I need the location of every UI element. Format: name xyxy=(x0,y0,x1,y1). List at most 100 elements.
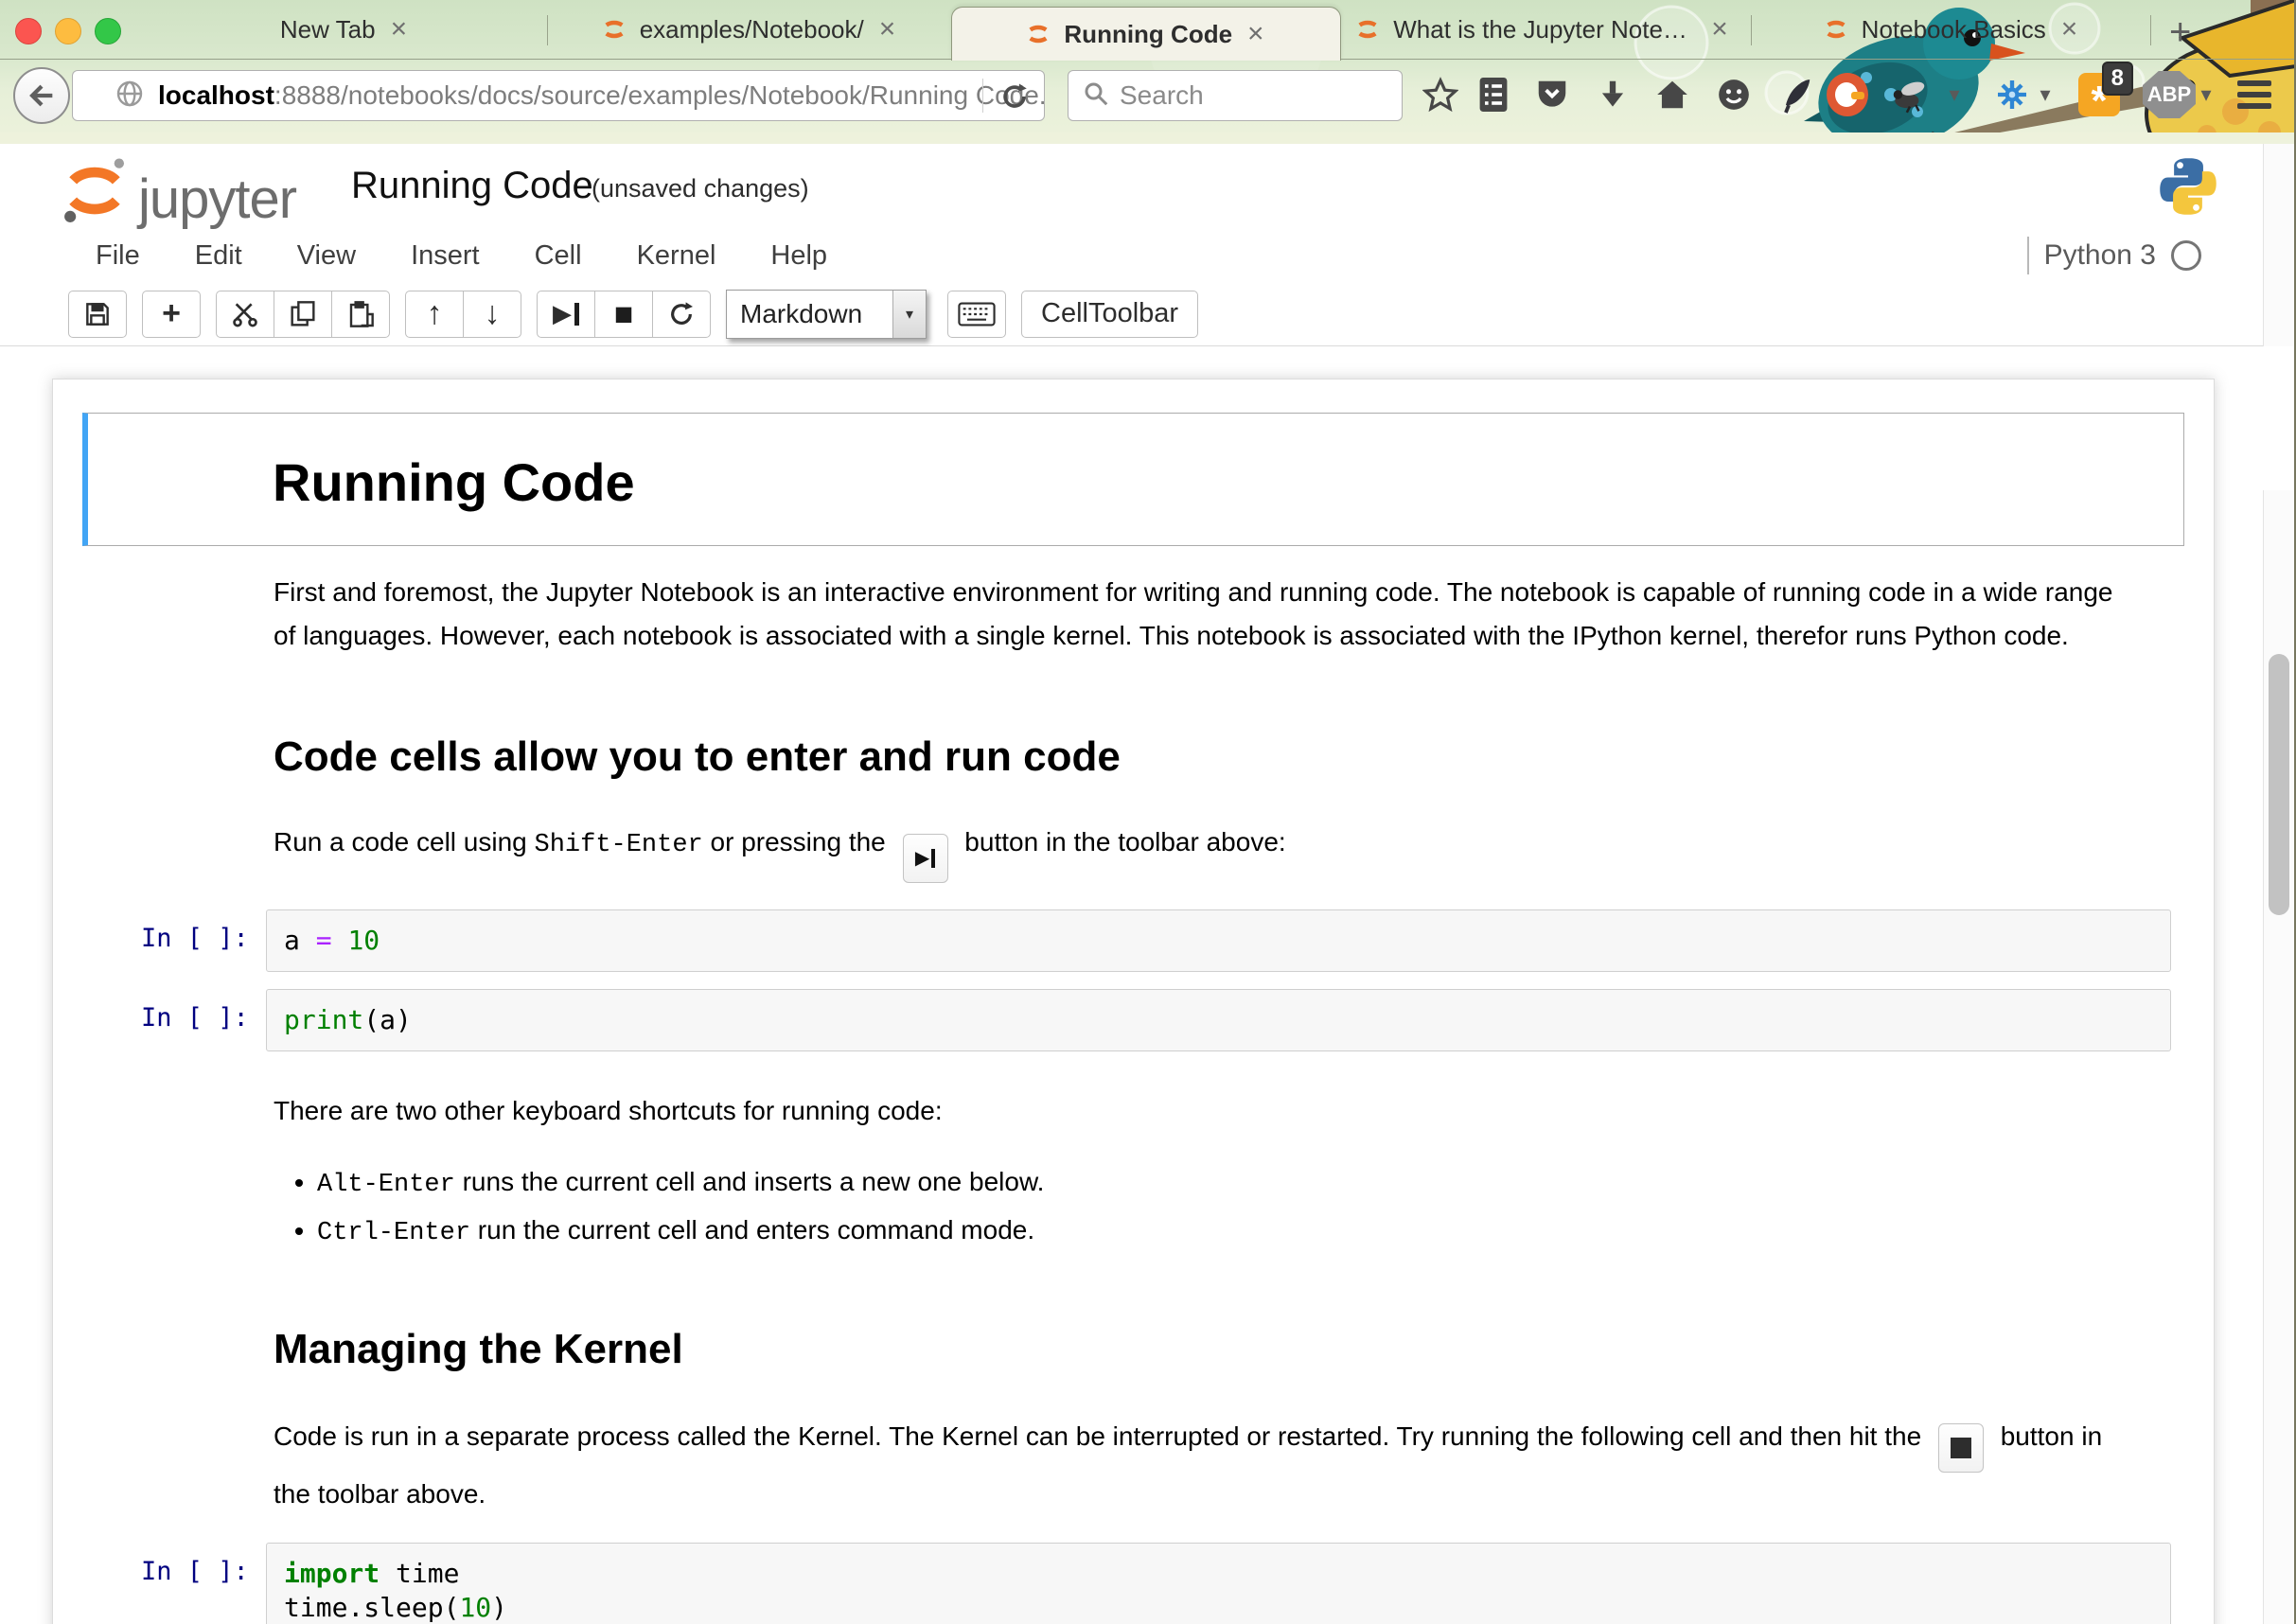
fly-addon-icon[interactable] xyxy=(1889,74,1931,115)
page-scrollbar-track[interactable] xyxy=(2263,490,2294,1624)
kernel-name: Python 3 xyxy=(2044,239,2156,272)
close-icon[interactable]: × xyxy=(1707,15,1732,44)
adblock-dropdown-caret[interactable]: ▾ xyxy=(2194,74,2218,115)
page-scrollbar-thumb[interactable] xyxy=(2269,654,2289,915)
tab-examples-notebook[interactable]: examples/Notebook/ × xyxy=(555,0,945,59)
fly-addon-dropdown-caret[interactable]: ▾ xyxy=(1942,74,1967,115)
input-prompt: In [ ]: xyxy=(141,1557,249,1586)
close-icon[interactable]: × xyxy=(387,15,412,44)
tab-new-tab[interactable]: New Tab × xyxy=(151,0,539,59)
section-heading-code-cells: Code cells allow you to enter and run co… xyxy=(274,733,2122,781)
markdown-cell-intro[interactable]: First and foremost, the Jupyter Notebook… xyxy=(82,571,2184,658)
browser-chrome: New Tab × examples/Notebook/ × Running C… xyxy=(0,0,2296,144)
search-icon xyxy=(1082,79,1110,113)
code-cell-a-equals-10[interactable]: In [ ]: a = 10 xyxy=(82,909,2171,972)
jupyter-header: jupyter Running Code (unsaved changes) xyxy=(0,144,2296,229)
bookmark-star-icon[interactable] xyxy=(1420,74,1461,115)
minimize-window-button[interactable] xyxy=(55,18,81,44)
globe-icon xyxy=(115,79,145,114)
cell-type-select[interactable]: Markdown ▾ xyxy=(726,290,927,339)
feedback-smiley-icon[interactable] xyxy=(1713,74,1755,115)
move-cell-up-button[interactable]: ↑ xyxy=(405,291,464,338)
close-window-button[interactable] xyxy=(15,18,42,44)
inline-code-shift-enter: Shift-Enter xyxy=(535,831,703,859)
menu-help[interactable]: Help xyxy=(743,240,855,272)
search-bar[interactable]: Search xyxy=(1068,70,1403,121)
pocket-icon[interactable] xyxy=(1531,74,1573,115)
cut-cell-button[interactable] xyxy=(216,291,274,338)
inline-code-alt-enter: Alt-Enter xyxy=(317,1171,455,1199)
code-cell-time-sleep[interactable]: In [ ]: import timetime.sleep(10) xyxy=(82,1543,2171,1624)
blue-addon-icon[interactable] xyxy=(1991,74,2033,115)
url-bar[interactable]: localhost:8888/notebooks/docs/source/exa… xyxy=(72,70,1045,121)
home-icon[interactable] xyxy=(1651,74,1693,115)
new-tab-button[interactable]: + xyxy=(2169,11,2191,54)
session-manager-addon-icon[interactable]: *8 xyxy=(2078,74,2120,115)
code-input-area[interactable]: import timetime.sleep(10) xyxy=(266,1543,2171,1624)
run-cell-button[interactable]: ▶ xyxy=(537,291,595,338)
markdown-cell-managing-kernel[interactable]: Managing the Kernel Code is run in a sep… xyxy=(82,1326,2184,1516)
tab-what-is-jupyter[interactable]: What is the Jupyter Notebook × xyxy=(1344,0,1741,59)
close-icon[interactable]: × xyxy=(2058,15,2082,44)
input-prompt: In [ ]: xyxy=(141,1003,249,1033)
chevron-down-icon[interactable]: ▾ xyxy=(892,291,926,338)
code-input-area[interactable]: print(a) xyxy=(266,989,2171,1051)
input-prompt: In [ ]: xyxy=(141,924,249,953)
restart-kernel-button[interactable] xyxy=(652,291,711,338)
close-icon[interactable]: × xyxy=(1244,20,1268,48)
close-icon[interactable]: × xyxy=(875,15,900,44)
duckduckgo-addon-icon[interactable] xyxy=(1827,74,1868,115)
tab-notebook-basics[interactable]: Notebook Basics × xyxy=(1757,0,2146,59)
menu-kernel[interactable]: Kernel xyxy=(609,240,744,272)
notebook-page: Running Code First and foremost, the Jup… xyxy=(0,346,2296,1624)
menu-edit[interactable]: Edit xyxy=(168,240,270,272)
page-scrollbar-track-upper[interactable] xyxy=(2263,144,2294,346)
jupyter-favicon xyxy=(1353,15,1382,44)
tab-label: examples/Notebook/ xyxy=(640,15,864,44)
blue-addon-dropdown-caret[interactable]: ▾ xyxy=(2033,74,2058,115)
code-cell-print-a[interactable]: In [ ]: print(a) xyxy=(82,989,2171,1051)
tab-running-code-active[interactable]: Running Code × xyxy=(951,7,1341,61)
tab-label: New Tab xyxy=(280,15,376,44)
menu-cell[interactable]: Cell xyxy=(507,240,609,272)
python-logo xyxy=(2156,153,2220,224)
menu-hamburger-icon[interactable] xyxy=(2234,74,2275,115)
jupyter-favicon xyxy=(1024,20,1052,48)
markdown-cell-shortcuts[interactable]: There are two other keyboard shortcuts f… xyxy=(82,1089,2184,1256)
section-heading-managing-kernel: Managing the Kernel xyxy=(274,1326,2122,1373)
menu-file[interactable]: File xyxy=(68,240,168,272)
code-input-area[interactable]: a = 10 xyxy=(266,909,2171,972)
reload-icon[interactable] xyxy=(998,80,1031,117)
keyboard-shortcuts-button[interactable] xyxy=(947,291,1006,338)
run-instruction-paragraph: Run a code cell using Shift-Enter or pre… xyxy=(274,821,2122,883)
navigation-bar: localhost:8888/notebooks/docs/source/exa… xyxy=(0,59,2296,132)
notebook-h1: Running Code xyxy=(273,451,2183,513)
selected-markdown-cell[interactable]: Running Code xyxy=(82,413,2184,546)
notebook-toolbar: + ↑ ↓ ▶ ■ Markdown ▾ xyxy=(0,282,2296,346)
menu-view[interactable]: View xyxy=(270,240,383,272)
list-item: Alt-Enter runs the current cell and inse… xyxy=(317,1159,2122,1208)
bookmarks-menu-icon[interactable] xyxy=(1473,74,1514,115)
back-button[interactable] xyxy=(13,67,70,124)
paste-cell-button[interactable] xyxy=(331,291,390,338)
cell-type-value: Markdown xyxy=(740,299,862,329)
tab-bar: New Tab × examples/Notebook/ × Running C… xyxy=(0,0,2296,60)
copy-cell-button[interactable] xyxy=(274,291,332,338)
url-text: localhost:8888/notebooks/docs/source/exa… xyxy=(158,80,1044,111)
jupyter-logo[interactable]: jupyter xyxy=(59,151,296,227)
inline-stop-button-image xyxy=(1938,1423,1984,1473)
markdown-cell-code-cells[interactable]: Code cells allow you to enter and run co… xyxy=(82,733,2184,883)
cell-toolbar-button[interactable]: CellToolbar xyxy=(1021,291,1198,338)
jupyter-favicon xyxy=(1822,15,1850,44)
adblock-plus-icon[interactable]: ABP xyxy=(2141,74,2198,115)
menu-insert[interactable]: Insert xyxy=(383,240,507,272)
quill-addon-icon[interactable] xyxy=(1775,74,1817,115)
move-cell-down-button[interactable]: ↓ xyxy=(463,291,521,338)
interrupt-kernel-button[interactable]: ■ xyxy=(594,291,653,338)
zoom-window-button[interactable] xyxy=(95,18,121,44)
save-button[interactable] xyxy=(68,291,127,338)
downloads-icon[interactable] xyxy=(1592,74,1634,115)
notebook-title[interactable]: Running Code xyxy=(351,165,593,207)
intro-paragraph: First and foremost, the Jupyter Notebook… xyxy=(274,571,2122,658)
add-cell-button[interactable]: + xyxy=(142,291,201,338)
